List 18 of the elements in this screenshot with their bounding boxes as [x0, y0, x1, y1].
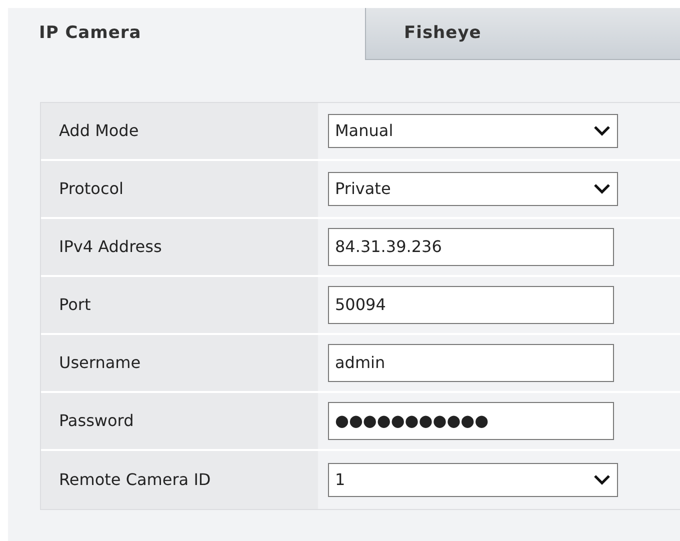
field-label: Password: [59, 410, 134, 432]
input-field[interactable]: 50094: [328, 286, 614, 324]
field-label: Username: [59, 352, 141, 374]
field-label: Add Mode: [59, 120, 139, 142]
input-field[interactable]: 84.31.39.236: [328, 228, 614, 266]
input-field[interactable]: admin: [328, 344, 614, 382]
dropdown[interactable]: Manual: [328, 114, 618, 148]
chevron-down-icon: [593, 125, 611, 137]
chevron-down-icon: [593, 183, 611, 195]
field-label: IPv4 Address: [59, 236, 162, 258]
field-label: Port: [59, 294, 91, 316]
chevron-down-icon: [593, 474, 611, 486]
field-label: Remote Camera ID: [59, 469, 211, 491]
tab[interactable]: Fisheye: [365, 8, 680, 60]
dropdown[interactable]: 1: [328, 463, 618, 497]
dropdown[interactable]: Private: [328, 172, 618, 206]
input-field[interactable]: ●●●●●●●●●●●: [328, 402, 614, 440]
field-label: Protocol: [59, 178, 124, 200]
